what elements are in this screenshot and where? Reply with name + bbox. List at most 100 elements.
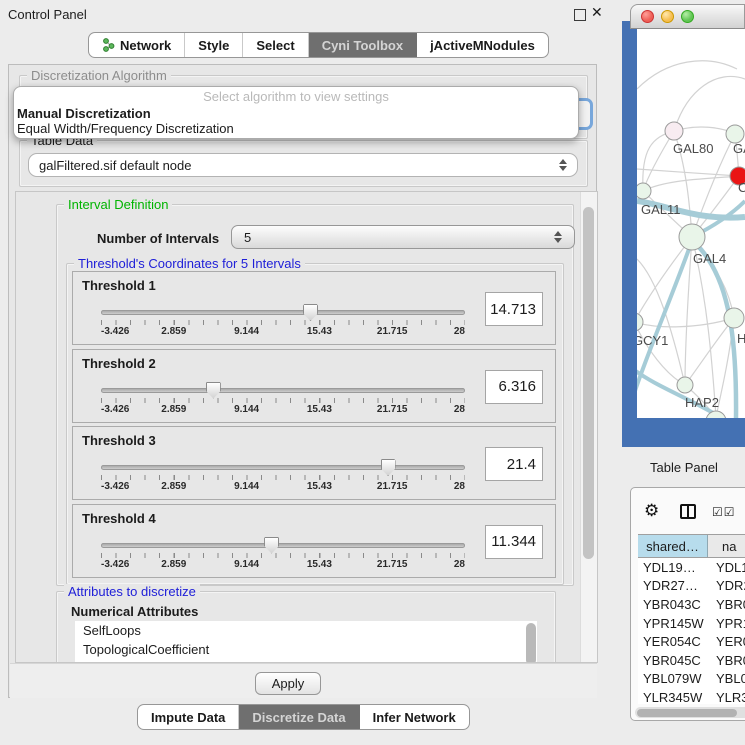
cell-shared-name: YBR045C <box>638 653 708 668</box>
scale-label: 28 <box>454 404 465 415</box>
table-row[interactable]: YPR145WYPR1 <box>638 614 745 633</box>
slider-thumb[interactable] <box>303 304 318 321</box>
stepper-icon <box>554 231 562 243</box>
scale-label: -3.426 <box>101 559 129 570</box>
tab-network[interactable]: Network <box>89 33 185 57</box>
table-row[interactable]: YBR043CYBR0 <box>638 595 745 614</box>
network-edge <box>637 61 737 89</box>
table-data-combobox[interactable]: galFiltered.sif default node <box>28 153 578 177</box>
network-edge <box>643 131 674 191</box>
scale-label: 15.43 <box>307 481 332 492</box>
tab-label: Discretize Data <box>252 710 345 725</box>
cell-name: YBR0 <box>708 653 745 668</box>
table-row[interactable]: YDL19…YDL1 <box>638 558 745 577</box>
table-row[interactable]: YER054CYER0 <box>638 632 745 651</box>
settings-scroll-viewport: Interval Definition Number of Intervals … <box>15 191 598 663</box>
scale-label: -3.426 <box>101 326 129 337</box>
horizontal-scrollbar[interactable] <box>635 707 745 718</box>
close-icon[interactable]: ✕ <box>591 4 603 21</box>
scrollbar-thumb[interactable] <box>637 709 737 717</box>
threshold-slider[interactable] <box>101 310 465 315</box>
number-of-intervals-combobox[interactable]: 5 <box>231 225 575 249</box>
zoom-traffic-light-icon[interactable] <box>681 10 694 23</box>
scale-label: 28 <box>454 481 465 492</box>
tab-label: Cyni Toolbox <box>322 38 403 53</box>
cell-name: YER0 <box>708 634 745 649</box>
vertical-scrollbar[interactable] <box>580 192 597 662</box>
numerical-attributes-list[interactable]: SelfLoopsTopologicalCoefficientBetweenne… <box>75 621 537 663</box>
apply-button[interactable]: Apply <box>255 672 321 695</box>
menu-item-equal-width-frequency[interactable]: Equal Width/Frequency Discretization <box>17 121 234 136</box>
network-edge <box>674 76 745 131</box>
threshold-block-3: Threshold 3-3.4262.8599.14415.4321.71528… <box>72 426 556 500</box>
network-node[interactable] <box>724 308 744 328</box>
threshold-value-field[interactable]: 6.316 <box>485 370 543 404</box>
gear-icon[interactable]: ⚙ <box>644 502 659 519</box>
threshold-slider[interactable] <box>101 388 465 393</box>
tab-style[interactable]: Style <box>185 33 243 57</box>
scale-label: -3.426 <box>101 404 129 415</box>
network-node[interactable] <box>637 313 643 331</box>
network-node[interactable] <box>679 224 705 250</box>
threshold-value-field[interactable]: 21.4 <box>485 447 543 481</box>
scale-label: 9.144 <box>234 404 259 415</box>
threshold-value-field[interactable]: 14.713 <box>485 292 543 326</box>
tab-select[interactable]: Select <box>243 33 308 57</box>
network-node[interactable] <box>665 122 683 140</box>
columns-icon[interactable] <box>680 504 696 519</box>
algorithm-placeholder: Select algorithm to view settings <box>14 89 578 104</box>
table-row[interactable]: YDR27…YDR2 <box>638 577 745 596</box>
tab-infer-network[interactable]: Infer Network <box>360 705 469 729</box>
scale-label: 9.144 <box>234 481 259 492</box>
cell-shared-name: YDL19… <box>638 560 708 575</box>
table-data-selected: galFiltered.sif default node <box>39 158 191 173</box>
list-scrollbar[interactable] <box>526 623 536 663</box>
scale-label: 28 <box>454 559 465 570</box>
threshold-slider[interactable] <box>101 543 465 548</box>
scale-label: 28 <box>454 326 465 337</box>
float-window-icon[interactable] <box>574 9 586 21</box>
slider-thumb[interactable] <box>206 382 221 399</box>
list-item[interactable]: SelfLoops <box>75 621 537 640</box>
threshold-value-field[interactable]: 11.344 <box>485 525 543 559</box>
node-table[interactable]: shared…naYDL19…YDL1YDR27…YDR2YBR043CYBR0… <box>638 534 745 704</box>
network-edge-highlighted <box>695 243 736 418</box>
table-row[interactable]: YLR345WYLR3 <box>638 688 745 704</box>
network-node[interactable] <box>677 377 693 393</box>
tab-discretize-data[interactable]: Discretize Data <box>239 705 359 729</box>
minimize-traffic-light-icon[interactable] <box>661 10 674 23</box>
slider-scale: -3.4262.8599.14415.4321.71528 <box>101 404 465 416</box>
scale-label: 21.715 <box>377 559 408 570</box>
network-canvas[interactable]: GAL80GALCGAL11GAL4GCY1HHAP2 <box>637 29 745 418</box>
attributes-group-title: Attributes to discretize <box>64 584 200 599</box>
scrollbar-thumb[interactable] <box>583 207 594 559</box>
select-checkboxes-icon[interactable]: ☑☑ <box>712 505 736 519</box>
slider-thumb[interactable] <box>381 459 396 476</box>
slider-thumb[interactable] <box>264 537 279 554</box>
network-window-titlebar[interactable] <box>630 4 745 29</box>
list-item[interactable]: TopologicalCoefficient <box>75 640 537 659</box>
network-icon <box>102 38 115 52</box>
scale-label: 2.859 <box>161 559 186 570</box>
network-node[interactable] <box>637 183 651 199</box>
tab-label: Network <box>120 38 171 53</box>
threshold-slider[interactable] <box>101 465 465 470</box>
table-row[interactable]: YBL079WYBL0 <box>638 670 745 689</box>
cell-shared-name: YBL079W <box>638 671 708 686</box>
tab-impute-data[interactable]: Impute Data <box>138 705 239 729</box>
interval-definition-group: Interval Definition Number of Intervals … <box>56 204 574 586</box>
column-header-name[interactable]: na <box>708 535 745 557</box>
tab-jactivemnodules[interactable]: jActiveMNodules <box>417 33 548 57</box>
number-of-intervals-value: 5 <box>244 230 251 245</box>
node-label: HAP2 <box>685 395 719 410</box>
thresholds-group: Threshold's Coordinates for 5 Intervals … <box>66 263 564 585</box>
table-panel-title: Table Panel <box>650 460 718 475</box>
slider-scale: -3.4262.8599.14415.4321.71528 <box>101 326 465 338</box>
table-row[interactable]: YBR045CYBR0 <box>638 651 745 670</box>
column-header-shared-name[interactable]: shared… <box>638 535 708 557</box>
tab-cyni-toolbox[interactable]: Cyni Toolbox <box>309 33 417 57</box>
threshold-block-2: Threshold 2-3.4262.8599.14415.4321.71528… <box>72 349 556 423</box>
close-traffic-light-icon[interactable] <box>641 10 654 23</box>
menu-item-manual-discretization[interactable]: Manual Discretization <box>17 106 151 121</box>
cyni-toolbox-panel: Discretization Algorithm Select algorith… <box>8 64 597 698</box>
